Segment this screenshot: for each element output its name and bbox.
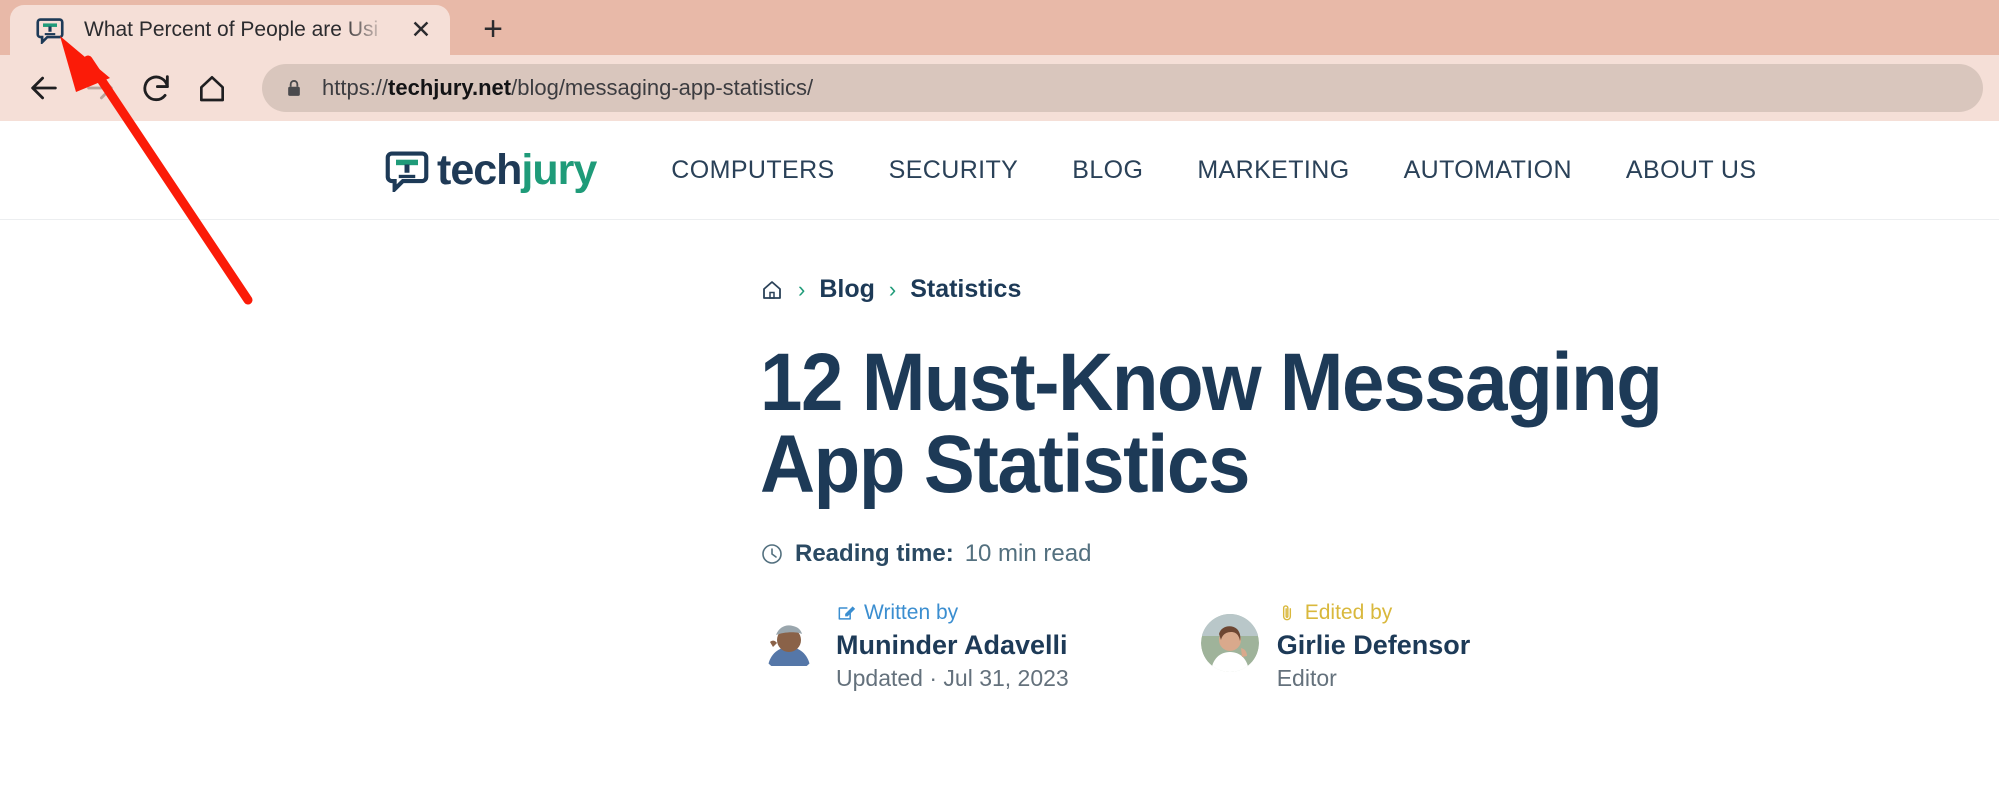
nav-item-marketing[interactable]: MARKETING [1197, 156, 1349, 185]
browser-toolbar: https://techjury.net/blog/messaging-app-… [0, 55, 1999, 121]
breadcrumb: › Blog › Statistics [760, 275, 1999, 304]
byline-author: Written by Muninder Adavelli Updated · J… [760, 600, 1069, 692]
techjury-speech-bubble-icon [385, 151, 429, 192]
address-bar[interactable]: https://techjury.net/blog/messaging-app-… [262, 64, 1983, 112]
breadcrumb-separator-1: › [798, 276, 806, 302]
byline-meta: Written by Muninder Adavelli Updated · J… [836, 600, 1069, 692]
tab-strip: What Percent of People are Usi ✕ + [0, 0, 1999, 55]
avatar [760, 614, 818, 672]
close-icon[interactable]: ✕ [406, 15, 436, 45]
techjury-speech-bubble-icon [36, 18, 64, 44]
forward-button [72, 60, 128, 116]
breadcrumb-item-statistics[interactable]: Statistics [910, 275, 1021, 304]
browser-tab[interactable]: What Percent of People are Usi ✕ [10, 5, 450, 55]
avatar [1200, 614, 1259, 672]
url-path: /blog/messaging-app-statistics/ [511, 75, 814, 100]
arrow-left-icon [31, 76, 57, 100]
byline-editor-name[interactable]: Girlie Defensor [1277, 629, 1471, 662]
reload-button[interactable] [128, 60, 184, 116]
nav-item-security[interactable]: SECURITY [889, 156, 1019, 185]
breadcrumb-item-blog[interactable]: Blog [819, 275, 875, 304]
reload-icon [143, 75, 169, 102]
logo-text-jury: jury [521, 145, 597, 194]
byline-editor: Edited by Girlie Defensor Editor [1200, 600, 1471, 692]
pencil-edit-icon [838, 606, 856, 620]
back-button[interactable] [16, 60, 72, 116]
home-icon[interactable] [760, 278, 784, 302]
byline-author-name[interactable]: Muninder Adavelli [836, 629, 1069, 662]
byline-role-label: Written by [864, 601, 959, 624]
byline-role-written-by: Written by [836, 600, 1069, 626]
reading-time-label: Reading time: [795, 540, 954, 567]
nav-item-about-us[interactable]: ABOUT US [1626, 156, 1757, 185]
address-bar-url: https://techjury.net/blog/messaging-app-… [322, 75, 813, 101]
url-host: techjury.net [388, 75, 512, 100]
url-scheme: https:// [322, 75, 389, 100]
new-tab-button[interactable]: + [470, 6, 516, 52]
article-header: › Blog › Statistics 12 Must-Know Messagi… [0, 220, 1999, 692]
nav-item-blog[interactable]: BLOG [1072, 156, 1143, 185]
byline-meta: Edited by Girlie Defensor Editor [1277, 600, 1471, 692]
byline-updated-date: Updated · Jul 31, 2023 [836, 664, 1069, 691]
author-avatar [760, 614, 818, 672]
byline-editor-title: Editor [1276, 664, 1337, 691]
site-header: techjury COMPUTERS SECURITY BLOG MARKETI… [0, 121, 1999, 220]
page-title: 12 Must-Know Messaging App Statistics [760, 337, 1663, 510]
nav-item-computers[interactable]: COMPUTERS [671, 156, 834, 185]
reading-time: Reading time: 10 min read [760, 540, 1999, 568]
byline-role-edited-by: Edited by [1277, 600, 1471, 626]
breadcrumb-separator-2: › [888, 276, 897, 302]
page-viewport: techjury COMPUTERS SECURITY BLOG MARKETI… [0, 121, 1999, 785]
site-logo[interactable]: techjury [385, 145, 597, 194]
clock-icon [762, 544, 782, 564]
lock-icon [288, 80, 300, 96]
reading-time-value: 10 min read [964, 540, 1092, 567]
tab-title: What Percent of People are Usi [84, 18, 379, 41]
editor-avatar [1200, 614, 1259, 672]
byline-group: Written by Muninder Adavelli Updated · J… [760, 600, 1999, 692]
logo-wordmark: techjury [437, 145, 597, 194]
nav-item-automation[interactable]: AUTOMATION [1404, 156, 1572, 185]
browser-chrome: What Percent of People are Usi ✕ + https… [0, 0, 1999, 121]
arrow-right-icon [87, 76, 113, 100]
paperclip-icon [1282, 605, 1291, 621]
byline-role-label: Edited by [1304, 601, 1393, 624]
main-navigation: COMPUTERS SECURITY BLOG MARKETING AUTOMA… [671, 156, 1756, 185]
home-icon [200, 76, 224, 102]
home-button[interactable] [184, 60, 240, 116]
logo-text-tech: tech [437, 145, 522, 194]
